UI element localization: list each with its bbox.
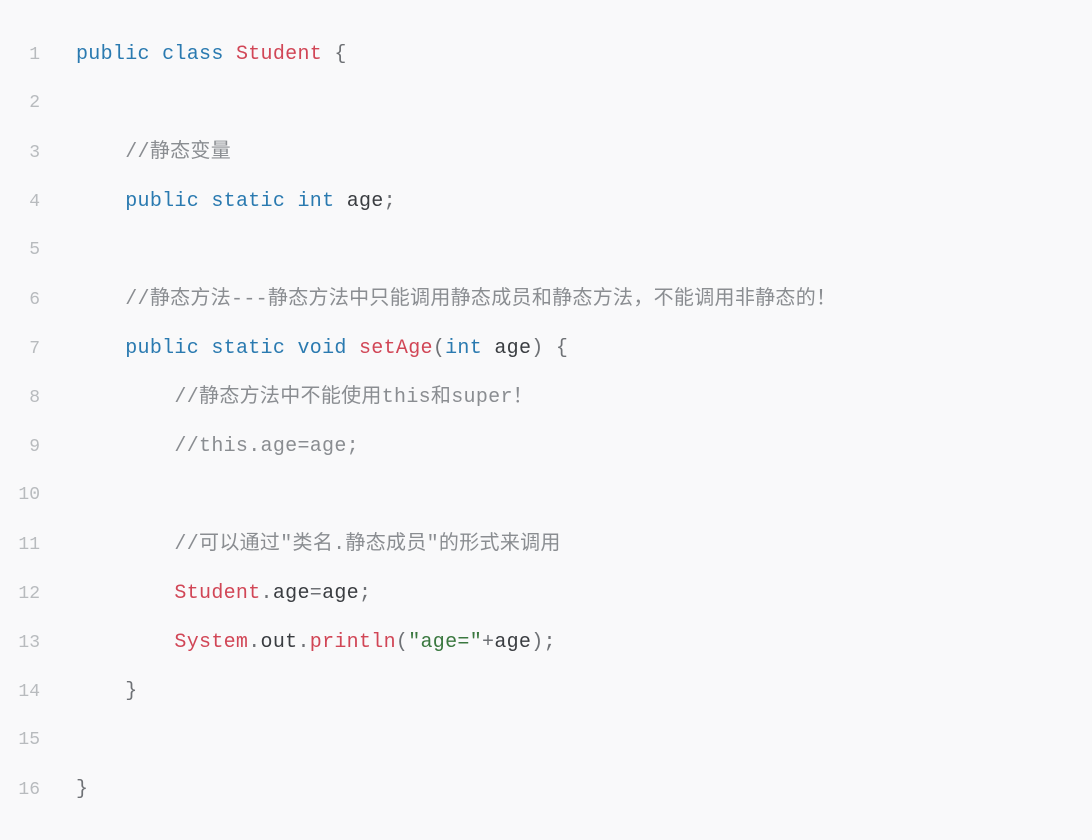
- code-line: 6 //静态方法---静态方法中只能调用静态成员和静态方法，不能调用非静态的！: [0, 275, 1092, 324]
- token: {: [334, 43, 346, 66]
- token: int: [445, 337, 482, 360]
- code-block: 1public class Student {23 //静态变量4 public…: [0, 0, 1092, 840]
- line-number: 8: [0, 374, 48, 423]
- line-number: 7: [0, 325, 48, 374]
- code-line: 3 //静态变量: [0, 128, 1092, 177]
- token: Student: [236, 43, 322, 66]
- token: [150, 43, 162, 66]
- code-line: 11 //可以通过"类名.静态成员"的形式来调用: [0, 520, 1092, 569]
- line-content: public static void setAge(int age) {: [48, 324, 568, 373]
- line-number: 10: [0, 471, 48, 520]
- code-line: 1public class Student {: [0, 30, 1092, 79]
- token: [347, 337, 359, 360]
- token: //可以通过"类名.静态成员"的形式来调用: [174, 533, 560, 556]
- code-line: 15: [0, 716, 1092, 765]
- code-line: 16}: [0, 765, 1092, 814]
- line-number: 14: [0, 668, 48, 717]
- token: +: [482, 631, 494, 654]
- token: public: [125, 190, 199, 213]
- token: //静态方法---静态方法中只能调用静态成员和静态方法，不能调用非静态的！: [125, 288, 836, 311]
- line-content: //静态变量: [48, 128, 231, 177]
- line-content: //可以通过"类名.静态成员"的形式来调用: [48, 520, 561, 569]
- token: System: [174, 631, 248, 654]
- token: [285, 190, 297, 213]
- token: setAge: [359, 337, 433, 360]
- line-content: public class Student {: [48, 30, 347, 79]
- token: [224, 43, 236, 66]
- token: }: [125, 680, 137, 703]
- line-number: 4: [0, 178, 48, 227]
- token: static: [211, 190, 285, 213]
- token: .: [248, 631, 260, 654]
- token: }: [76, 778, 88, 801]
- token: =: [310, 582, 322, 605]
- line-content: //this.age=age;: [48, 422, 359, 471]
- line-content: //静态方法中不能使用this和super！: [48, 373, 533, 422]
- token: int: [297, 190, 334, 213]
- token: age: [494, 337, 531, 360]
- code-line: 8 //静态方法中不能使用this和super！: [0, 373, 1092, 422]
- line-number: 16: [0, 766, 48, 815]
- token: ;: [384, 190, 396, 213]
- token: [334, 190, 346, 213]
- token: age: [494, 631, 531, 654]
- token: {: [556, 337, 568, 360]
- token: .: [297, 631, 309, 654]
- code-line: 7 public static void setAge(int age) {: [0, 324, 1092, 373]
- token: Student: [174, 582, 260, 605]
- token: public: [125, 337, 199, 360]
- token: [544, 337, 556, 360]
- token: void: [297, 337, 346, 360]
- token: [199, 190, 211, 213]
- line-number: 15: [0, 716, 48, 765]
- code-line: 13 System.out.println("age="+age);: [0, 618, 1092, 667]
- token: ): [531, 631, 543, 654]
- token: println: [310, 631, 396, 654]
- line-content: }: [48, 667, 138, 716]
- token: out: [261, 631, 298, 654]
- token: (: [433, 337, 445, 360]
- token: //静态变量: [125, 141, 231, 164]
- token: //静态方法中不能使用this和super！: [174, 386, 533, 409]
- line-number: 11: [0, 521, 48, 570]
- code-line: 4 public static int age;: [0, 177, 1092, 226]
- line-content: Student.age=age;: [48, 569, 371, 618]
- token: (: [396, 631, 408, 654]
- line-number: 3: [0, 129, 48, 178]
- line-content: }: [48, 765, 88, 814]
- token: ): [531, 337, 543, 360]
- token: age: [322, 582, 359, 605]
- code-line: 2: [0, 79, 1092, 128]
- token: [322, 43, 334, 66]
- token: static: [211, 337, 285, 360]
- line-number: 2: [0, 79, 48, 128]
- code-line: 14 }: [0, 667, 1092, 716]
- token: ;: [544, 631, 556, 654]
- line-number: 12: [0, 570, 48, 619]
- line-number: 6: [0, 276, 48, 325]
- line-content: //静态方法---静态方法中只能调用静态成员和静态方法，不能调用非静态的！: [48, 275, 836, 324]
- line-number: 9: [0, 423, 48, 472]
- token: age: [273, 582, 310, 605]
- token: age: [347, 190, 384, 213]
- token: [199, 337, 211, 360]
- code-line: 9 //this.age=age;: [0, 422, 1092, 471]
- token: .: [261, 582, 273, 605]
- token: [285, 337, 297, 360]
- line-number: 1: [0, 31, 48, 80]
- token: "age=": [408, 631, 482, 654]
- token: ;: [359, 582, 371, 605]
- token: [482, 337, 494, 360]
- token: public: [76, 43, 150, 66]
- line-number: 5: [0, 226, 48, 275]
- code-line: 12 Student.age=age;: [0, 569, 1092, 618]
- line-content: System.out.println("age="+age);: [48, 618, 556, 667]
- token: //this.age=age;: [174, 435, 359, 458]
- line-content: public static int age;: [48, 177, 396, 226]
- code-line: 10: [0, 471, 1092, 520]
- code-line: 5: [0, 226, 1092, 275]
- line-number: 13: [0, 619, 48, 668]
- token: class: [162, 43, 224, 66]
